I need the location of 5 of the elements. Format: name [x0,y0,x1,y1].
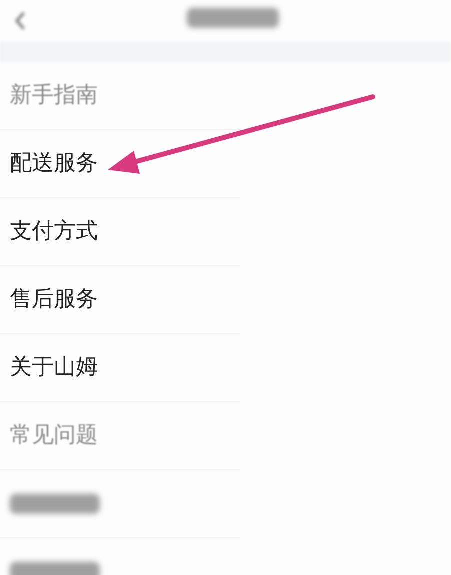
menu-item-label[interactable]: 支付方式 [10,220,98,242]
menu-item-label[interactable]: 售后服务 [10,288,98,310]
menu-item-label[interactable]: 关于山姆 [10,356,98,378]
back-icon[interactable] [14,11,26,31]
menu-item-label[interactable]: 配送服务 [10,152,98,174]
